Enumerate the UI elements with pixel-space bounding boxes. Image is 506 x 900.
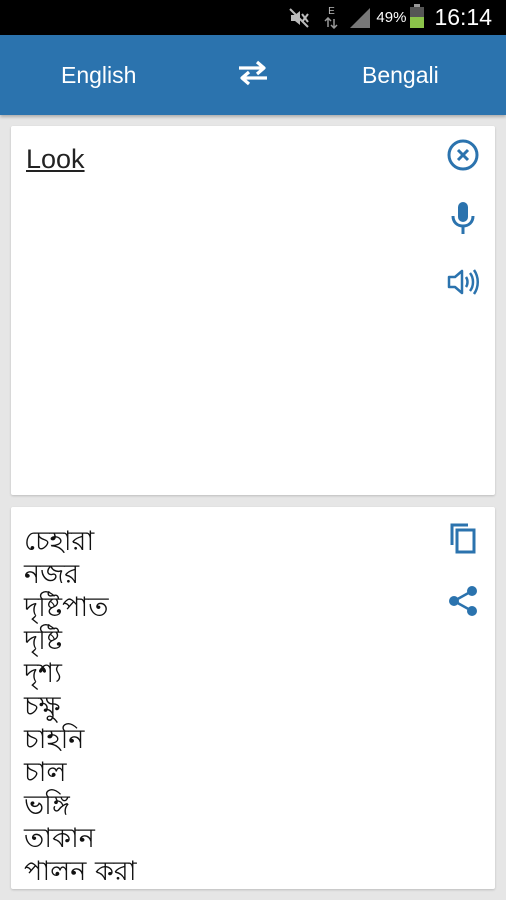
- target-language-button[interactable]: Bengali: [362, 35, 439, 115]
- voice-input-button[interactable]: [443, 200, 483, 240]
- mute-icon: [288, 7, 310, 29]
- translation-item[interactable]: দৃষ্টি: [24, 624, 424, 657]
- clock: 16:14: [434, 4, 492, 30]
- status-bar: E 49% 16:14: [0, 0, 506, 35]
- battery-percent: 49%: [376, 9, 407, 26]
- translation-item[interactable]: নজর: [24, 558, 424, 591]
- translation-item[interactable]: চক্ষু: [24, 690, 424, 723]
- translation-item[interactable]: ভঙ্গি: [24, 789, 424, 822]
- clear-icon: [446, 138, 480, 176]
- language-toolbar: English Bengali: [0, 35, 506, 115]
- microphone-icon: [448, 200, 478, 240]
- signal-icon: [348, 7, 372, 29]
- output-card: চেহারা নজর দৃষ্টিপাত দৃষ্টি দৃশ্য চক্ষু …: [11, 507, 495, 889]
- share-button[interactable]: [443, 583, 483, 623]
- source-language-button[interactable]: English: [61, 35, 136, 115]
- battery-group: 49%: [376, 3, 425, 32]
- translation-item[interactable]: পালন করা: [24, 855, 424, 888]
- copy-icon: [448, 521, 478, 559]
- translation-item[interactable]: দৃশ্য: [24, 657, 424, 690]
- copy-button[interactable]: [443, 520, 483, 560]
- share-icon: [447, 585, 479, 621]
- translation-item[interactable]: চাল: [24, 756, 424, 789]
- network-type: E: [328, 5, 335, 17]
- speaker-icon: [446, 267, 480, 301]
- source-text-input[interactable]: Look: [26, 144, 85, 175]
- speak-source-button[interactable]: [443, 264, 483, 304]
- translation-item[interactable]: দৃষ্টিপাত: [24, 591, 424, 624]
- swap-languages-button[interactable]: [233, 57, 273, 93]
- translation-item[interactable]: তাকান: [24, 822, 424, 855]
- battery-icon: [410, 3, 425, 32]
- translation-list: চেহারা নজর দৃষ্টিপাত দৃষ্টি দৃশ্য চক্ষু …: [24, 525, 424, 888]
- data-arrows-icon: E: [324, 5, 338, 29]
- swap-arrows-icon: [235, 59, 271, 91]
- clear-button[interactable]: [443, 137, 483, 177]
- input-card: Look: [11, 126, 495, 495]
- translation-item[interactable]: চেহারা: [24, 525, 424, 558]
- translation-item[interactable]: চাহনি: [24, 723, 424, 756]
